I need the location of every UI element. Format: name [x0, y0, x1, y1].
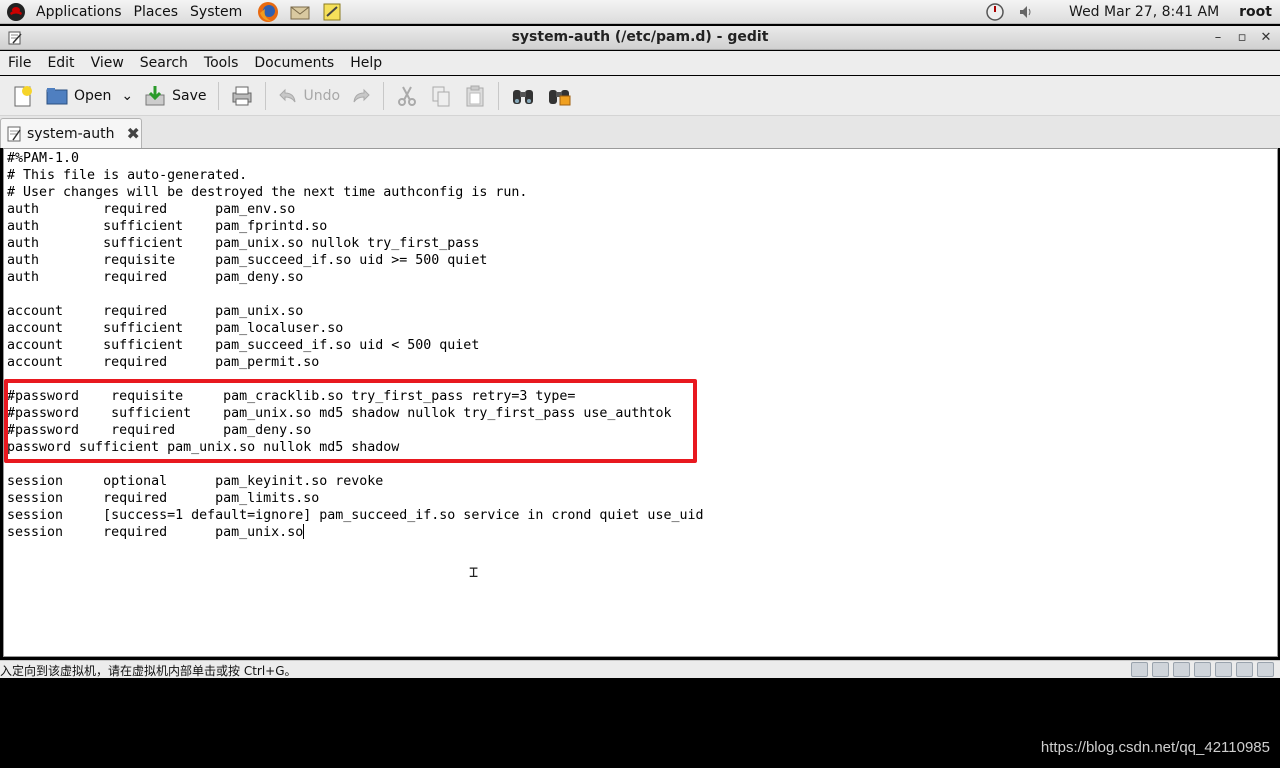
cut-icon: [398, 86, 417, 106]
top-panel: Applications Places System Wed Mar 27, 8…: [0, 0, 1280, 24]
text-caret: [303, 524, 305, 539]
notes-launcher-icon[interactable]: [320, 1, 344, 23]
tab-system-auth[interactable]: system-auth ✖: [0, 118, 142, 148]
editor-line[interactable]: # User changes will be destroyed the nex…: [7, 184, 703, 201]
paste-icon: [466, 85, 484, 106]
text-editor[interactable]: #%PAM-1.0 # This file is auto-generated. #…: [3, 148, 1278, 657]
firefox-launcher-icon[interactable]: [256, 1, 280, 23]
chevron-down-icon: ⌄: [121, 87, 134, 104]
ibeam-cursor-icon: ⌶: [469, 563, 479, 581]
user-menu[interactable]: root: [1239, 4, 1272, 20]
close-tab-icon[interactable]: ✖: [126, 124, 139, 143]
editor-line[interactable]: auth sufficient pam_unix.so nullok try_f…: [7, 235, 703, 252]
mail-launcher-icon[interactable]: [288, 1, 312, 23]
window-titlebar[interactable]: system-auth (/etc/pam.d) - gedit – ▫ ✕: [0, 26, 1280, 50]
editor-line[interactable]: [7, 286, 703, 303]
editor-line[interactable]: #%PAM-1.0: [7, 150, 703, 167]
print-button[interactable]: [225, 78, 259, 114]
toolbar-separator: [264, 81, 266, 110]
network-adapter-icon[interactable]: [1173, 662, 1190, 677]
system-menu[interactable]: System: [184, 0, 248, 24]
open-recent-dropdown[interactable]: ⌄: [116, 78, 138, 114]
editor-line[interactable]: account sufficient pam_localuser.so: [7, 320, 703, 337]
volume-icon[interactable]: [1015, 1, 1039, 23]
toolbar-separator: [383, 81, 385, 110]
toolbar: Open ⌄ Save Undo: [0, 76, 1280, 116]
hard-disk-icon[interactable]: [1131, 662, 1148, 677]
redhat-logo-icon[interactable]: [6, 2, 26, 22]
maximize-button[interactable]: ▫: [1232, 28, 1252, 48]
editor-line[interactable]: auth required pam_env.so: [7, 201, 703, 218]
save-icon: [145, 85, 165, 105]
redo-icon: [353, 88, 370, 102]
cdrom-icon[interactable]: [1152, 662, 1169, 677]
watermark: https://blog.csdn.net/qq_42110985: [1040, 739, 1270, 756]
editor-line[interactable]: account sufficient pam_succeed_if.so uid…: [7, 337, 703, 354]
menu-help[interactable]: Help: [342, 55, 390, 71]
editor-line[interactable]: auth requisite pam_succeed_if.so uid >= …: [7, 252, 703, 269]
menu-edit[interactable]: Edit: [39, 55, 82, 71]
window-title: system-auth (/etc/pam.d) - gedit: [511, 29, 769, 45]
toolbar-separator: [498, 81, 500, 110]
tab-label: system-auth: [27, 125, 115, 142]
editor-line[interactable]: account required pam_permit.so: [7, 354, 703, 371]
undo-icon: [278, 88, 296, 102]
printer-icon[interactable]: [1194, 662, 1211, 677]
undo-label: Undo: [303, 87, 341, 104]
open-folder-icon: [46, 87, 68, 104]
document-tabs: system-auth ✖: [0, 116, 1280, 148]
print-icon: [232, 86, 252, 105]
editor-line[interactable]: session required pam_limits.so: [7, 490, 703, 507]
cut-button[interactable]: [390, 78, 424, 114]
find-replace-icon: [549, 89, 571, 105]
find-button[interactable]: [505, 78, 541, 114]
copy-icon: [432, 86, 450, 106]
menu-documents[interactable]: Documents: [246, 55, 342, 71]
menubar: File Edit View Search Tools Documents He…: [0, 51, 1280, 75]
minimize-button[interactable]: –: [1208, 28, 1228, 48]
undo-button[interactable]: Undo: [272, 78, 346, 114]
copy-button[interactable]: [424, 78, 458, 114]
replace-button[interactable]: [541, 78, 577, 114]
editor-line[interactable]: # This file is auto-generated.: [7, 167, 703, 184]
editor-line[interactable]: session [success=1 default=ignore] pam_s…: [7, 507, 703, 524]
menu-tools[interactable]: Tools: [196, 55, 247, 71]
status-message: 入定向到该虚拟机，请在虚拟机内部单击或按 Ctrl+G。: [0, 664, 297, 678]
new-document-icon: [14, 85, 32, 106]
editor-line[interactable]: session required pam_unix.so: [7, 524, 703, 541]
open-label: Open: [74, 87, 112, 104]
new-button[interactable]: [6, 78, 40, 114]
editor-line[interactable]: account required pam_unix.so: [7, 303, 703, 320]
menu-file[interactable]: File: [0, 55, 39, 71]
display-icon[interactable]: [1257, 662, 1274, 677]
clock[interactable]: Wed Mar 27, 8:41 AM: [1069, 4, 1219, 20]
editor-content[interactable]: #%PAM-1.0 # This file is auto-generated. #…: [7, 150, 703, 541]
places-menu[interactable]: Places: [128, 0, 185, 24]
editor-line[interactable]: session optional pam_keyinit.so revoke: [7, 473, 703, 490]
document-icon: [7, 126, 21, 141]
editor-line[interactable]: auth required pam_deny.so: [7, 269, 703, 286]
usb-icon[interactable]: [1236, 662, 1253, 677]
editor-line[interactable]: auth sufficient pam_fprintd.so: [7, 218, 703, 235]
sound-card-icon[interactable]: [1215, 662, 1232, 677]
save-button[interactable]: Save: [138, 78, 211, 114]
close-button[interactable]: ✕: [1256, 28, 1276, 48]
vm-device-icons: [1131, 662, 1274, 677]
applications-menu[interactable]: Applications: [30, 0, 128, 24]
vm-statusbar: 入定向到该虚拟机，请在虚拟机内部单击或按 Ctrl+G。: [0, 660, 1280, 678]
menu-search[interactable]: Search: [132, 55, 196, 71]
open-button[interactable]: Open: [40, 78, 116, 114]
redo-button[interactable]: [345, 78, 377, 114]
save-label: Save: [172, 87, 207, 104]
toolbar-separator: [217, 81, 219, 110]
paste-button[interactable]: [458, 78, 492, 114]
menu-view[interactable]: View: [83, 55, 132, 71]
network-indicator-icon[interactable]: [983, 1, 1007, 23]
annotation-highlight-box: [4, 379, 697, 463]
binoculars-icon: [513, 89, 534, 104]
